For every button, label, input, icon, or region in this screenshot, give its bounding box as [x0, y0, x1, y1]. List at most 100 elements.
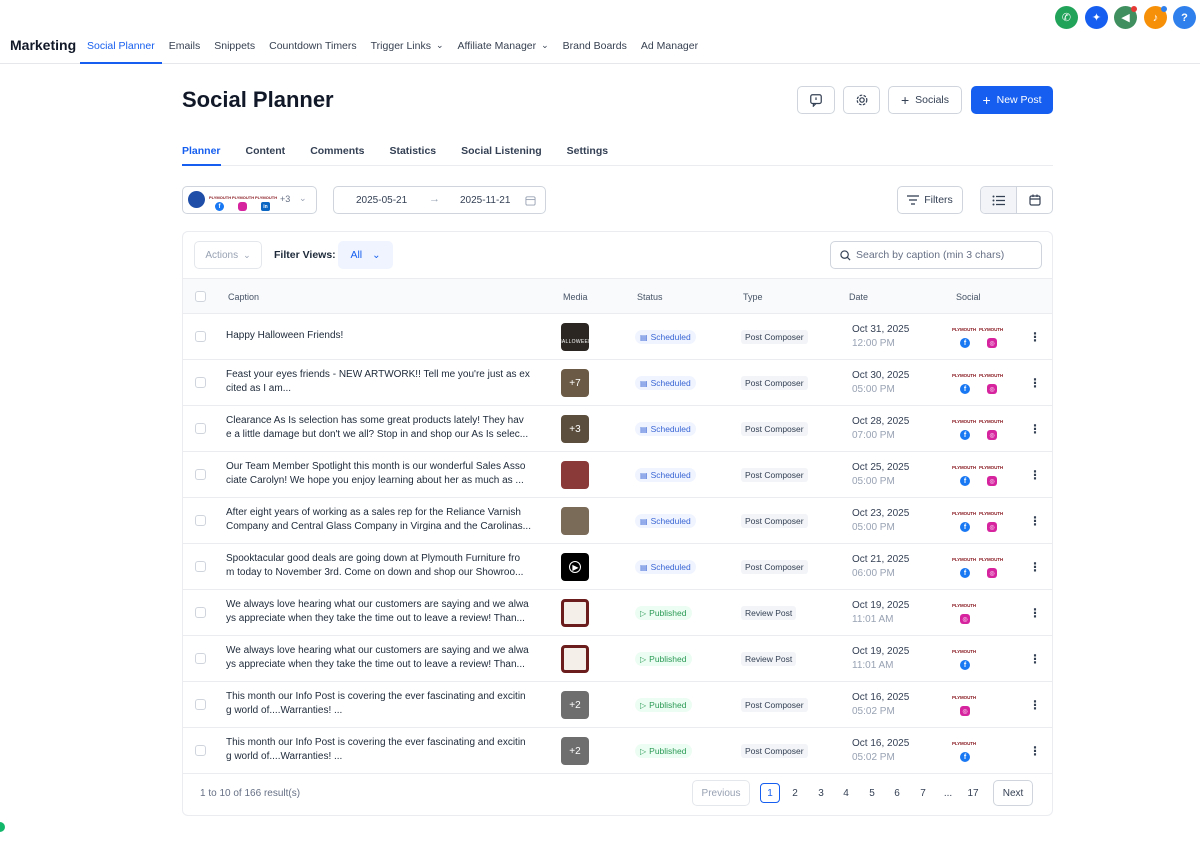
select-all-checkbox[interactable] [195, 291, 206, 302]
column-header-media: Media [563, 292, 588, 302]
page-5-button[interactable]: 5 [862, 780, 882, 806]
nav-item-ad-manager[interactable]: Ad Manager [634, 30, 705, 64]
nav-item-snippets[interactable]: Snippets [207, 30, 262, 64]
row-checkbox[interactable] [195, 377, 206, 388]
social-account-instagram[interactable]: PLYMOUTH ◎ [979, 325, 1003, 349]
table-row[interactable]: We always love hearing what our customer… [183, 636, 1052, 682]
previous-page-button[interactable]: Previous [692, 780, 750, 806]
row-checkbox[interactable] [195, 745, 206, 756]
filters-button[interactable]: Filters [897, 186, 963, 214]
row-menu-button[interactable]: ⋮ [1029, 468, 1041, 482]
table-row[interactable]: Happy Halloween Friends! HALLOWEEN ▤Schedu… [183, 314, 1052, 360]
actions-dropdown[interactable]: Actions ⌄ [194, 241, 262, 269]
social-account-facebook[interactable]: PLYMOUTH f [952, 739, 976, 763]
table-row[interactable]: After eight years of working as a sales … [183, 498, 1052, 544]
table-row[interactable]: Spooktacular good deals are going down a… [183, 544, 1052, 590]
row-menu-button[interactable]: ⋮ [1029, 422, 1041, 436]
page-3-button[interactable]: 3 [811, 780, 831, 806]
calendar-view-button[interactable] [1017, 187, 1052, 213]
feedback-button[interactable] [797, 86, 835, 114]
tab-comments[interactable]: Comments [310, 138, 364, 166]
caption-search[interactable] [830, 241, 1042, 269]
tab-statistics[interactable]: Statistics [389, 138, 436, 166]
nav-item-trigger-links[interactable]: Trigger Links ⌄ [364, 30, 451, 64]
table-row[interactable]: Our Team Member Spotlight this month is … [183, 452, 1052, 498]
page-4-button[interactable]: 4 [836, 780, 856, 806]
next-page-button[interactable]: Next [993, 780, 1033, 806]
social-account-facebook[interactable]: PLYMOUTH f [952, 325, 976, 349]
nav-item-affiliate-manager[interactable]: Affiliate Manager ⌄ [451, 30, 556, 64]
row-menu-button[interactable]: ⋮ [1029, 376, 1041, 390]
media-thumbnail[interactable] [561, 507, 589, 535]
row-menu-button[interactable]: ⋮ [1029, 698, 1041, 712]
list-view-button[interactable] [981, 187, 1017, 213]
row-checkbox[interactable] [195, 469, 206, 480]
social-account-facebook[interactable]: PLYMOUTH f [952, 371, 976, 395]
tab-settings[interactable]: Settings [567, 138, 608, 166]
search-input[interactable] [856, 249, 1036, 261]
media-thumbnail-review[interactable] [561, 599, 589, 627]
row-checkbox[interactable] [195, 653, 206, 664]
nav-item-social-planner[interactable]: Social Planner [80, 30, 162, 64]
nav-item-emails[interactable]: Emails [162, 30, 208, 64]
social-account-facebook[interactable]: PLYMOUTH f [952, 509, 976, 533]
social-account-instagram[interactable]: PLYMOUTH ◎ [979, 555, 1003, 579]
media-thumbnail[interactable] [561, 461, 589, 489]
social-account-instagram[interactable]: PLYMOUTH ◎ [979, 371, 1003, 395]
row-checkbox[interactable] [195, 423, 206, 434]
row-checkbox[interactable] [195, 515, 206, 526]
add-socials-button[interactable]: + Socials [888, 86, 962, 114]
media-thumbnail[interactable]: HALLOWEEN [561, 323, 589, 351]
nav-item-countdown-timers[interactable]: Countdown Timers [262, 30, 364, 64]
row-checkbox[interactable] [195, 561, 206, 572]
media-thumbnail[interactable]: +2 [561, 737, 589, 765]
page-7-button[interactable]: 7 [913, 780, 933, 806]
phone-button[interactable]: ✆ [1055, 6, 1078, 29]
sparkle-button[interactable]: ✦ [1085, 6, 1108, 29]
media-thumbnail[interactable]: ▶ [561, 553, 589, 581]
page-2-button[interactable]: 2 [785, 780, 805, 806]
social-account-instagram[interactable]: PLYMOUTH ◎ [979, 417, 1003, 441]
row-menu-button[interactable]: ⋮ [1029, 330, 1041, 344]
nav-item-brand-boards[interactable]: Brand Boards [556, 30, 634, 64]
row-checkbox[interactable] [195, 331, 206, 342]
account-selector[interactable]: PLYMOUTH f PLYMOUTH PLYMOUTH in +3 ⌄ [182, 186, 317, 214]
caption-line: ciate Carolyn! We hope you enjoy learnin… [226, 475, 524, 486]
row-menu-button[interactable]: ⋮ [1029, 744, 1041, 758]
new-post-button[interactable]: + New Post [971, 86, 1053, 114]
social-account-instagram[interactable]: PLYMOUTH ◎ [952, 601, 976, 625]
media-thumbnail[interactable]: +3 [561, 415, 589, 443]
row-checkbox[interactable] [195, 699, 206, 710]
row-menu-button[interactable]: ⋮ [1029, 514, 1041, 528]
date-range-picker[interactable]: 2025-05-21 → 2025-11-21 [333, 186, 546, 214]
social-account-facebook[interactable]: PLYMOUTH f [952, 463, 976, 487]
social-account-facebook[interactable]: PLYMOUTH f [952, 647, 976, 671]
media-thumbnail[interactable]: +7 [561, 369, 589, 397]
filter-views-select[interactable]: All ⌄ [338, 241, 393, 269]
row-menu-button[interactable]: ⋮ [1029, 606, 1041, 620]
table-row[interactable]: Feast your eyes friends - NEW ARTWORK!! … [183, 360, 1052, 406]
tab-content[interactable]: Content [246, 138, 286, 166]
row-menu-button[interactable]: ⋮ [1029, 652, 1041, 666]
table-row[interactable]: We always love hearing what our customer… [183, 590, 1052, 636]
tab-social-listening[interactable]: Social Listening [461, 138, 542, 166]
page-1-button[interactable]: 1 [760, 783, 780, 803]
media-thumbnail[interactable]: +2 [561, 691, 589, 719]
table-row[interactable]: This month our Info Post is covering the… [183, 682, 1052, 728]
page-6-button[interactable]: 6 [887, 780, 907, 806]
table-row[interactable]: This month our Info Post is covering the… [183, 728, 1052, 774]
social-account-instagram[interactable]: PLYMOUTH ◎ [952, 693, 976, 717]
media-thumbnail-review[interactable] [561, 645, 589, 673]
settings-button[interactable] [843, 86, 880, 114]
row-checkbox[interactable] [195, 607, 206, 618]
social-account-instagram[interactable]: PLYMOUTH ◎ [979, 509, 1003, 533]
social-account-instagram[interactable]: PLYMOUTH ◎ [979, 463, 1003, 487]
help-button[interactable]: ? [1173, 6, 1196, 29]
tab-planner[interactable]: Planner [182, 138, 221, 166]
table-row[interactable]: Clearance As Is selection has some great… [183, 406, 1052, 452]
row-menu-button[interactable]: ⋮ [1029, 560, 1041, 574]
social-account-facebook[interactable]: PLYMOUTH f [952, 555, 976, 579]
status-badge: ▤ Scheduled [635, 560, 696, 574]
page-17-button[interactable]: 17 [963, 780, 983, 806]
social-account-facebook[interactable]: PLYMOUTH f [952, 417, 976, 441]
